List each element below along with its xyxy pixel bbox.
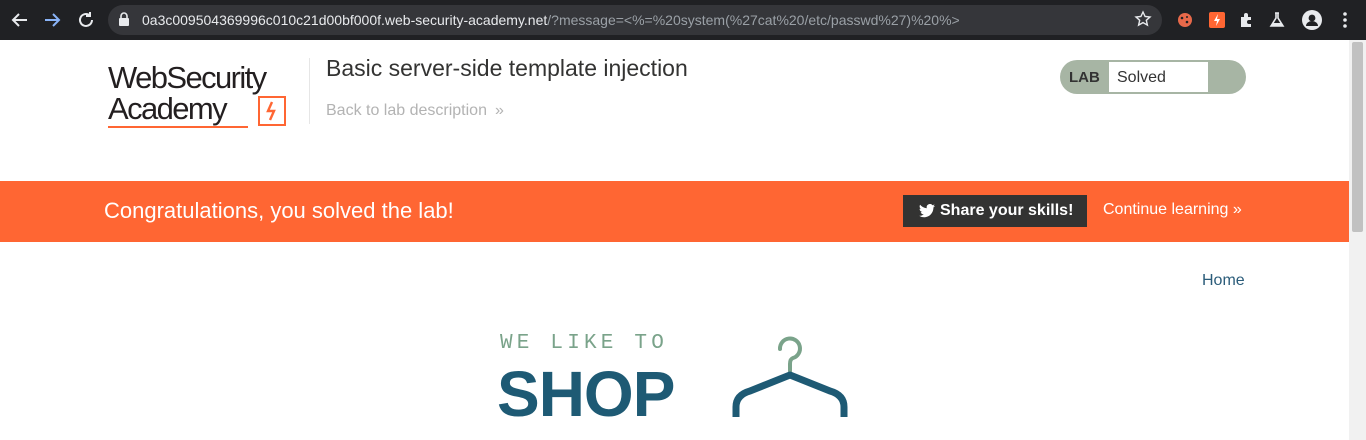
lab-status-text: Solved bbox=[1117, 69, 1166, 86]
home-link[interactable]: Home bbox=[1202, 272, 1245, 290]
lock-icon[interactable] bbox=[118, 12, 130, 31]
web-security-academy-logo[interactable]: WebSecurity Academy bbox=[108, 58, 308, 132]
hanger-icon bbox=[730, 335, 852, 430]
share-skills-button[interactable]: Share your skills! bbox=[903, 195, 1087, 227]
lab-title: Basic server-side template injection bbox=[326, 55, 688, 81]
logo-bolt-icon bbox=[258, 96, 286, 126]
bookmark-star-icon[interactable] bbox=[1134, 10, 1152, 33]
url-host: 0a3c009504369996c010c21d00bf000f.web-sec… bbox=[142, 12, 548, 28]
continue-learning-link[interactable]: Continue learning » bbox=[1103, 201, 1242, 219]
reload-icon[interactable] bbox=[74, 8, 98, 32]
share-button-label: Share your skills! bbox=[940, 202, 1074, 219]
logo-line-2: Academy bbox=[108, 91, 228, 126]
cookie-extension-icon[interactable] bbox=[1174, 9, 1196, 31]
back-arrow-icon[interactable] bbox=[8, 8, 32, 32]
browser-toolbar: 0a3c009504369996c010c21d00bf000f.web-sec… bbox=[0, 0, 1366, 40]
profile-avatar-icon[interactable] bbox=[1301, 9, 1323, 31]
burp-extension-icon[interactable] bbox=[1206, 9, 1228, 31]
lab-tag: LAB bbox=[1069, 69, 1100, 86]
shop-tagline: WE LIKE TO bbox=[500, 332, 669, 355]
address-bar[interactable]: 0a3c009504369996c010c21d00bf000f.web-sec… bbox=[108, 5, 1162, 35]
scrollbar-thumb[interactable] bbox=[1352, 42, 1363, 232]
page-scrollbar[interactable] bbox=[1349, 40, 1366, 440]
chevron-right-icon: » bbox=[494, 102, 504, 119]
lab-status-box: Solved bbox=[1109, 62, 1208, 92]
lab-status-widget: LAB Solved bbox=[1060, 60, 1246, 94]
logo-line-1: WebSecurity bbox=[108, 60, 267, 95]
twitter-bird-icon bbox=[919, 204, 935, 221]
url-text: 0a3c009504369996c010c21d00bf000f.web-sec… bbox=[142, 12, 960, 28]
logo-underline bbox=[108, 126, 248, 128]
puzzle-extensions-icon[interactable] bbox=[1236, 9, 1258, 31]
congratulations-message: Congratulations, you solved the lab! bbox=[104, 198, 454, 223]
forward-arrow-icon[interactable] bbox=[40, 8, 64, 32]
solved-banner: Congratulations, you solved the lab! Sha… bbox=[0, 181, 1349, 242]
back-link-label: Back to lab description bbox=[326, 102, 487, 119]
header-divider bbox=[309, 58, 310, 124]
shop-logo-word: SHOP bbox=[497, 358, 675, 430]
back-to-lab-description-link[interactable]: Back to lab description » bbox=[326, 102, 504, 120]
url-path: /?message=<%=%20system(%27cat%20/etc/pas… bbox=[547, 12, 960, 28]
lab-solved-panel: Solved bbox=[1109, 62, 1246, 92]
menu-kebab-icon[interactable] bbox=[1334, 9, 1356, 31]
lab-flask-extension-icon[interactable] bbox=[1266, 9, 1288, 31]
